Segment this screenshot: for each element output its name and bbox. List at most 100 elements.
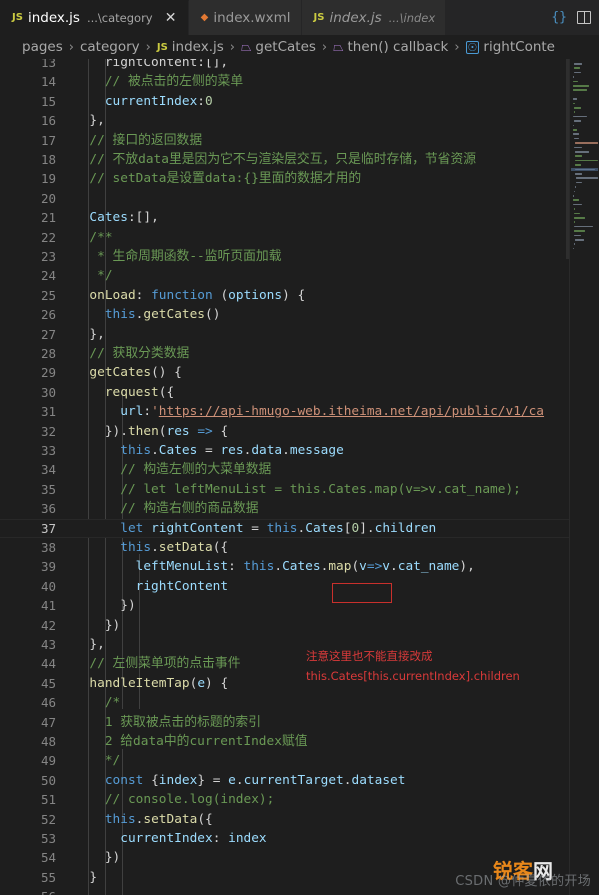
breadcrumb-item-rightcontent[interactable]: ☉ rightConte bbox=[465, 39, 555, 55]
line-content[interactable]: * 生命周期函数--监听页面加载 bbox=[74, 247, 281, 266]
line-content[interactable]: }) bbox=[74, 848, 120, 867]
code-lines[interactable]: 13 rightContent:[], 14 // 被点击的左侧的菜单 15 cur… bbox=[0, 59, 599, 895]
code-line[interactable]: 16 }, bbox=[0, 111, 599, 130]
code-line[interactable]: 47 1 获取被点击的标题的索引 bbox=[0, 713, 599, 732]
line-content[interactable]: url:'https://api-hmugo-web.itheima.net/a… bbox=[74, 402, 544, 421]
line-content[interactable]: getCates() { bbox=[74, 363, 181, 382]
code-line[interactable]: 42 }) bbox=[0, 616, 599, 635]
line-content[interactable]: // 不放data里是因为它不与渲染层交互，只是临时存储，节省资源 bbox=[74, 150, 476, 169]
code-line[interactable]: 34 // 构造左侧的大菜单数据 bbox=[0, 460, 599, 479]
line-content[interactable]: // let leftMenuList = this.Cates.map(v=>… bbox=[74, 480, 521, 499]
line-content[interactable]: this.getCates() bbox=[74, 305, 221, 324]
code-line[interactable]: 37 let rightContent = this.Cates[0].chil… bbox=[0, 518, 599, 538]
code-line[interactable]: 51 // console.log(index); bbox=[0, 790, 599, 809]
breadcrumb-item-then-callback[interactable]: ⏢ then() callback bbox=[333, 39, 448, 55]
code-line[interactable]: 13 rightContent:[], bbox=[0, 59, 599, 72]
code-line[interactable]: 30 request({ bbox=[0, 383, 599, 402]
code-line[interactable]: 17 // 接口的返回数据 bbox=[0, 131, 599, 150]
line-content[interactable]: leftMenuList: this.Cates.map(v=>v.cat_na… bbox=[74, 557, 475, 576]
breadcrumb-item-pages[interactable]: pages bbox=[22, 39, 63, 55]
code-line[interactable]: 32 }).then(res => { bbox=[0, 422, 599, 441]
line-content[interactable]: /* bbox=[74, 693, 120, 712]
tab-index-js-index[interactable]: JS index.js ...\index bbox=[301, 0, 447, 35]
editor-minimap[interactable] bbox=[569, 59, 599, 895]
breadcrumb-item-category[interactable]: category bbox=[80, 39, 140, 55]
line-content[interactable]: handleItemTap(e) { bbox=[74, 674, 228, 693]
line-content[interactable]: // 接口的返回数据 bbox=[74, 131, 202, 150]
code-line[interactable]: 48 2 给data中的currentIndex赋值 bbox=[0, 732, 599, 751]
close-icon[interactable]: ✕ bbox=[164, 11, 178, 25]
line-content[interactable]: /** bbox=[74, 228, 112, 247]
line-content[interactable]: // 构造左侧的大菜单数据 bbox=[74, 460, 271, 479]
code-line[interactable]: 14 // 被点击的左侧的菜单 bbox=[0, 72, 599, 91]
code-line[interactable]: 50 const {index} = e.currentTarget.datas… bbox=[0, 771, 599, 790]
tab-index-wxml[interactable]: ◆ index.wxml bbox=[188, 0, 302, 35]
line-content[interactable]: } bbox=[74, 868, 97, 887]
tab-index-js-category[interactable]: JS index.js ...\category ✕ bbox=[0, 0, 189, 35]
minimap-line bbox=[573, 80, 578, 83]
code-editor[interactable]: 13 rightContent:[], 14 // 被点击的左侧的菜单 15 cur… bbox=[0, 59, 599, 895]
line-content[interactable]: let rightContent = this.Cates[0].childre… bbox=[74, 520, 436, 537]
line-content[interactable]: Cates:[], bbox=[74, 208, 158, 227]
code-line[interactable]: 53 currentIndex: index bbox=[0, 829, 599, 848]
code-line[interactable]: 46 /* bbox=[0, 693, 599, 712]
code-line[interactable]: 27 }, bbox=[0, 325, 599, 344]
code-line[interactable]: 39 leftMenuList: this.Cates.map(v=>v.cat… bbox=[0, 557, 599, 576]
code-line[interactable]: 49 */ bbox=[0, 751, 599, 770]
code-line[interactable]: 38 this.setData({ bbox=[0, 538, 599, 557]
code-line[interactable]: 25 onLoad: function (options) { bbox=[0, 286, 599, 305]
code-line[interactable]: 29 getCates() { bbox=[0, 363, 599, 382]
minimap-line bbox=[573, 85, 589, 87]
line-content[interactable]: rightContent bbox=[74, 577, 228, 596]
code-line[interactable]: 28 // 获取分类数据 bbox=[0, 344, 599, 363]
line-content[interactable]: currentIndex: index bbox=[74, 829, 266, 848]
line-content[interactable]: // 左侧菜单项的点击事件 bbox=[74, 654, 240, 673]
line-content[interactable]: }, bbox=[74, 635, 104, 654]
code-line[interactable]: 19 // setData是设置data:{}里面的数据才用的 bbox=[0, 169, 599, 188]
line-content[interactable]: }) bbox=[74, 596, 135, 615]
line-content[interactable]: this.setData({ bbox=[74, 538, 228, 557]
line-content[interactable]: */ bbox=[74, 751, 120, 770]
code-line[interactable]: 52 this.setData({ bbox=[0, 810, 599, 829]
line-content[interactable]: 2 给data中的currentIndex赋值 bbox=[74, 732, 308, 751]
line-content[interactable]: }) bbox=[74, 616, 120, 635]
minimap-line bbox=[574, 217, 586, 219]
line-content[interactable]: this.Cates = res.data.message bbox=[74, 441, 344, 460]
code-line[interactable]: 22 /** bbox=[0, 228, 599, 247]
code-line[interactable]: 33 this.Cates = res.data.message bbox=[0, 441, 599, 460]
line-content[interactable]: 1 获取被点击的标题的索引 bbox=[74, 713, 261, 732]
code-line[interactable]: 26 this.getCates() bbox=[0, 305, 599, 324]
line-content[interactable]: // 构造右侧的商品数据 bbox=[74, 499, 258, 518]
breadcrumb-item-index-js[interactable]: JS index.js bbox=[157, 39, 224, 55]
line-content[interactable]: }, bbox=[74, 325, 104, 344]
line-content[interactable]: // 被点击的左侧的菜单 bbox=[74, 72, 243, 91]
code-line[interactable]: 18 // 不放data里是因为它不与渲染层交互，只是临时存储，节省资源 bbox=[0, 150, 599, 169]
code-line[interactable]: 24 */ bbox=[0, 266, 599, 285]
code-line[interactable]: 43 }, bbox=[0, 635, 599, 654]
code-line[interactable]: 41 }) bbox=[0, 596, 599, 615]
format-braces-icon[interactable]: {} bbox=[551, 10, 567, 25]
code-line[interactable]: 31 url:'https://api-hmugo-web.itheima.ne… bbox=[0, 402, 599, 421]
line-content[interactable]: request({ bbox=[74, 383, 174, 402]
code-line[interactable]: 21 Cates:[], bbox=[0, 208, 599, 227]
line-content[interactable]: }, bbox=[74, 111, 104, 130]
line-content[interactable]: }).then(res => { bbox=[74, 422, 228, 441]
line-content[interactable]: // setData是设置data:{}里面的数据才用的 bbox=[74, 169, 361, 188]
code-line[interactable]: 40 rightContent bbox=[0, 577, 599, 596]
line-content[interactable]: rightContent:[], bbox=[74, 59, 228, 72]
code-line[interactable]: 23 * 生命周期函数--监听页面加载 bbox=[0, 247, 599, 266]
line-content[interactable]: onLoad: function (options) { bbox=[74, 286, 305, 305]
line-content[interactable]: */ bbox=[74, 266, 112, 285]
line-content[interactable]: const {index} = e.currentTarget.dataset bbox=[74, 771, 406, 790]
code-line[interactable]: 36 // 构造右侧的商品数据 bbox=[0, 499, 599, 518]
code-line[interactable]: 35 // let leftMenuList = this.Cates.map(… bbox=[0, 480, 599, 499]
code-line[interactable]: 20 bbox=[0, 189, 599, 208]
line-content[interactable]: this.setData({ bbox=[74, 810, 213, 829]
code-line[interactable]: 15 currentIndex:0 bbox=[0, 92, 599, 111]
breadcrumb-item-getcates[interactable]: ⏢ getCates bbox=[241, 39, 316, 55]
line-content[interactable]: // 获取分类数据 bbox=[74, 344, 189, 363]
line-number: 37 bbox=[40, 520, 56, 536]
line-content[interactable]: currentIndex:0 bbox=[74, 92, 213, 111]
line-content[interactable]: // console.log(index); bbox=[74, 790, 275, 809]
split-editor-icon[interactable] bbox=[577, 11, 591, 24]
